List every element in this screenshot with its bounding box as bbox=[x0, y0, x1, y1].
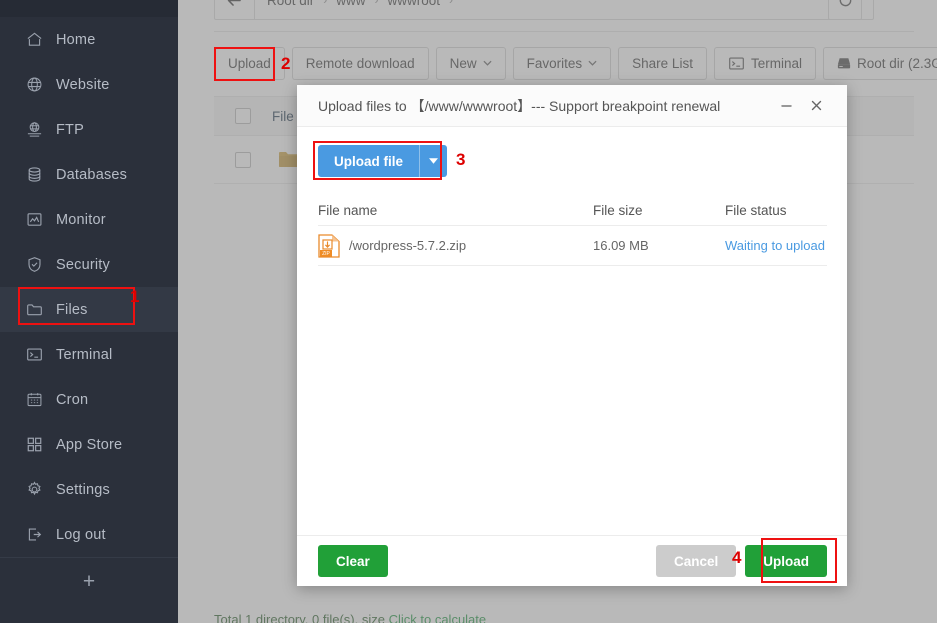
annotation-number-2: 2 bbox=[281, 54, 290, 74]
upload-list-header: File name File size File status bbox=[318, 195, 827, 226]
annotation-number-1: 1 bbox=[130, 287, 139, 307]
terminal-icon bbox=[24, 345, 44, 365]
column-header-file-name: File name bbox=[318, 203, 593, 218]
sidebar-item-cron[interactable]: Cron bbox=[0, 377, 178, 422]
column-header-file-status: File status bbox=[725, 203, 827, 218]
home-icon bbox=[24, 30, 44, 50]
sidebar-item-label: Terminal bbox=[56, 347, 112, 363]
globe-icon bbox=[24, 75, 44, 95]
sidebar-item-label: Settings bbox=[56, 482, 110, 498]
upload-dialog: Upload files to 【/www/wwwroot】--- Suppor… bbox=[297, 85, 847, 586]
sidebar-item-settings[interactable]: Settings bbox=[0, 467, 178, 512]
sidebar-item-terminal[interactable]: Terminal bbox=[0, 332, 178, 377]
monitor-icon bbox=[24, 210, 44, 230]
sidebar-item-log-out[interactable]: Log out bbox=[0, 512, 178, 557]
modal-upload-button[interactable]: Upload bbox=[745, 545, 827, 577]
grid-icon bbox=[24, 435, 44, 455]
sidebar-item-label: FTP bbox=[56, 122, 84, 138]
sidebar-item-files[interactable]: Files bbox=[0, 287, 178, 332]
sidebar-nav-list: Home Website FTP Databases Monitor Security Fi… bbox=[0, 17, 178, 557]
sidebar-item-label: Databases bbox=[56, 167, 127, 183]
chevron-down-icon[interactable] bbox=[419, 145, 447, 177]
folder-icon bbox=[24, 300, 44, 320]
upload-row-name-cell: ZIP /wordpress-5.7.2.zip bbox=[318, 234, 593, 258]
sidebar-item-label: Monitor bbox=[56, 212, 106, 228]
sidebar-item-label: Home bbox=[56, 32, 95, 48]
sidebar-top-strip bbox=[0, 0, 178, 17]
sidebar-item-home[interactable]: Home bbox=[0, 17, 178, 62]
logout-icon bbox=[24, 525, 44, 545]
annotation-number-4: 4 bbox=[732, 548, 741, 568]
cancel-button[interactable]: Cancel bbox=[656, 545, 736, 577]
calendar-icon bbox=[24, 390, 44, 410]
minimize-icon[interactable] bbox=[771, 91, 801, 121]
shield-icon bbox=[24, 255, 44, 275]
modal-upload-file-button[interactable]: Upload file bbox=[318, 145, 447, 177]
app-root: Home Website FTP Databases Monitor Security Fi… bbox=[0, 0, 937, 623]
sidebar-add-button[interactable]: + bbox=[0, 557, 178, 605]
sidebar-item-label: Log out bbox=[56, 527, 106, 543]
sidebar-item-website[interactable]: Website bbox=[0, 62, 178, 107]
sidebar-item-label: Files bbox=[56, 302, 88, 318]
column-header-file-size: File size bbox=[593, 203, 725, 218]
upload-file-label[interactable]: Upload file bbox=[318, 145, 419, 177]
gear-icon bbox=[24, 480, 44, 500]
zip-file-icon: ZIP bbox=[318, 234, 340, 258]
annotation-number-3: 3 bbox=[456, 150, 465, 170]
dialog-footer-right: Cancel Upload bbox=[656, 545, 827, 577]
sidebar-item-ftp[interactable]: FTP bbox=[0, 107, 178, 152]
upload-list-row[interactable]: ZIP /wordpress-5.7.2.zip 16.09 MB Waitin… bbox=[318, 226, 827, 266]
close-icon[interactable] bbox=[801, 91, 831, 121]
dialog-footer: Clear Cancel Upload bbox=[297, 535, 847, 586]
sidebar-item-databases[interactable]: Databases bbox=[0, 152, 178, 197]
clear-button[interactable]: Clear bbox=[318, 545, 388, 577]
upload-row-file-status: Waiting to upload bbox=[725, 238, 827, 253]
sidebar-item-label: Website bbox=[56, 77, 110, 93]
upload-row-file-size: 16.09 MB bbox=[593, 238, 725, 253]
sidebar-item-label: Security bbox=[56, 257, 110, 273]
ftp-icon bbox=[24, 120, 44, 140]
sidebar: Home Website FTP Databases Monitor Security Fi… bbox=[0, 0, 178, 623]
sidebar-item-app-store[interactable]: App Store bbox=[0, 422, 178, 467]
dialog-title: Upload files to 【/www/wwwroot】--- Suppor… bbox=[318, 96, 771, 116]
dialog-header: Upload files to 【/www/wwwroot】--- Suppor… bbox=[297, 85, 847, 127]
svg-text:ZIP: ZIP bbox=[322, 251, 330, 257]
dialog-body: Upload file File name File size File sta… bbox=[297, 127, 847, 266]
upload-row-file-name: /wordpress-5.7.2.zip bbox=[349, 238, 466, 253]
sidebar-item-security[interactable]: Security bbox=[0, 242, 178, 287]
sidebar-item-label: App Store bbox=[56, 437, 122, 453]
sidebar-item-label: Cron bbox=[56, 392, 88, 408]
sidebar-item-monitor[interactable]: Monitor bbox=[0, 197, 178, 242]
database-icon bbox=[24, 165, 44, 185]
